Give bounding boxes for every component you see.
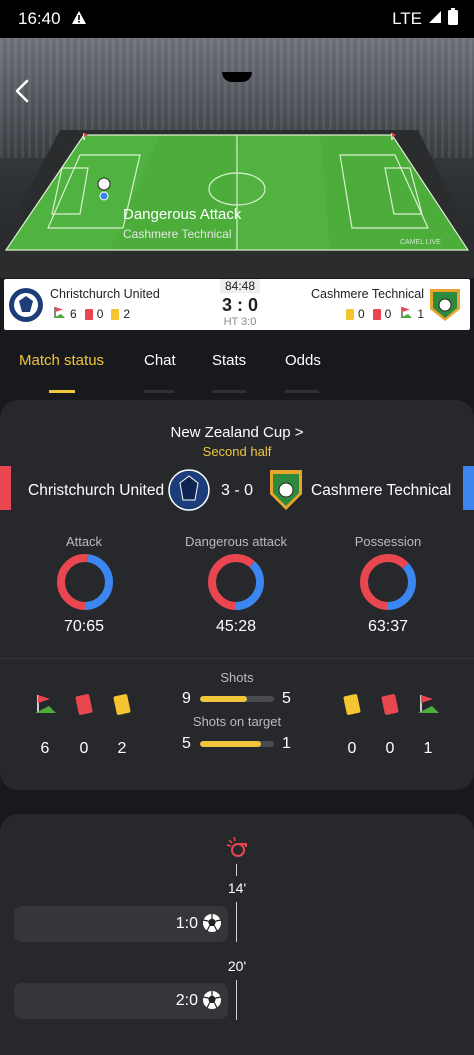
live-event-team: Cashmere Technical xyxy=(123,227,232,241)
league-link[interactable]: New Zealand Cup > xyxy=(0,424,474,441)
tab-match-status[interactable]: Match status xyxy=(19,352,104,369)
goal-score: 1:0 xyxy=(175,915,198,932)
timeline-line xyxy=(236,980,237,1020)
panel-divider xyxy=(0,658,474,659)
active-tab-indicator xyxy=(49,390,75,393)
attack-value: 70:65 xyxy=(63,618,105,635)
away-team-logo xyxy=(428,287,464,323)
away-team-logo xyxy=(268,468,304,517)
home-yellow-count: 2 xyxy=(117,740,127,757)
status-time: 16:40 xyxy=(18,9,61,28)
possession-value: 63:37 xyxy=(367,618,409,635)
shots-bar xyxy=(200,696,274,702)
home-red-count: 0 xyxy=(96,307,104,321)
dangerous-attack-label: Dangerous attack xyxy=(185,534,287,549)
brand-watermark: CAMEL LIVE xyxy=(400,239,441,246)
away-team-name: Cashmere Technical xyxy=(310,287,424,301)
match-status-panel: New Zealand Cup > Second half Christchur… xyxy=(0,400,474,790)
status-right: LTE xyxy=(392,8,458,30)
tab-stats[interactable]: Stats xyxy=(212,352,246,369)
yellow-card-icon xyxy=(345,308,354,320)
tab-underline xyxy=(144,390,174,393)
home-yellow-count: 2 xyxy=(123,307,131,321)
football-icon xyxy=(202,913,222,938)
away-team-name: Cashmere Technical xyxy=(311,482,452,499)
tab-chat[interactable]: Chat xyxy=(144,352,176,369)
away-shots-on-target: 1 xyxy=(282,735,291,752)
yellow-card-icon xyxy=(111,308,120,320)
half-time-score: HT 3:0 xyxy=(223,316,257,328)
away-corners-count: 1 xyxy=(423,740,433,757)
tab-underline xyxy=(212,390,246,393)
home-team-logo xyxy=(168,468,210,517)
home-team-logo xyxy=(8,287,44,323)
away-yellow-count: 0 xyxy=(347,740,357,757)
home-color-bar xyxy=(0,466,11,510)
warning-icon xyxy=(71,10,87,29)
whistle-icon xyxy=(226,836,248,863)
event-timeline: 14' 1:0 20' 2:0 xyxy=(0,814,474,1055)
dangerous-attack-value: 45:28 xyxy=(215,618,257,635)
timeline-line xyxy=(236,902,237,942)
corner-flag-icon xyxy=(52,306,66,322)
red-card-icon xyxy=(372,308,381,320)
status-bar: 16:40 LTE xyxy=(0,0,474,38)
away-corners-count: 1 xyxy=(417,307,424,321)
signal-icon xyxy=(428,9,442,29)
possession-ring xyxy=(360,554,416,610)
home-team-name: Christchurch United xyxy=(28,482,165,499)
corner-flag-icon xyxy=(414,690,442,718)
score-strip: Christchurch United 6 0 2 84:48 3 : 0 HT… xyxy=(4,279,470,330)
goal-event[interactable]: 2:0 xyxy=(14,983,228,1019)
home-shots-on-target: 5 xyxy=(182,735,191,752)
match-clock: 84:48 xyxy=(220,279,260,293)
event-minute: 20' xyxy=(227,958,247,974)
away-yellow-count: 0 xyxy=(357,307,365,321)
battery-icon xyxy=(448,8,458,30)
event-minute: 14' xyxy=(227,880,247,896)
home-team-counts: 6 0 2 xyxy=(52,306,130,322)
shots-bar-fill xyxy=(200,696,248,702)
home-red-count: 0 xyxy=(79,740,89,757)
dangerous-attack-ring xyxy=(208,554,264,610)
away-shots: 5 xyxy=(282,690,291,707)
timeline-line xyxy=(236,864,237,876)
possession-label: Possession xyxy=(354,534,422,549)
tab-odds[interactable]: Odds xyxy=(285,352,321,369)
red-card-icon xyxy=(84,308,93,320)
shots-label: Shots xyxy=(220,670,254,685)
network-type: LTE xyxy=(392,9,422,28)
home-team-name: Christchurch United xyxy=(50,287,160,301)
tab-bar: Match status Chat Stats Odds xyxy=(0,336,474,396)
corner-flag-icon xyxy=(399,306,413,322)
shots-on-target-bar-fill xyxy=(200,741,262,747)
panel-score: 3 - 0 xyxy=(220,482,253,499)
football-icon xyxy=(202,990,222,1015)
shots-on-target-bar xyxy=(200,741,274,747)
match-score: 3 : 0 xyxy=(221,295,259,315)
back-chevron-icon[interactable] xyxy=(14,78,30,110)
attack-label: Attack xyxy=(65,534,103,549)
home-corners-count: 6 xyxy=(70,307,77,321)
home-shots: 9 xyxy=(182,690,191,707)
away-team-counts: 0 0 1 xyxy=(345,306,424,322)
attack-ring xyxy=(57,554,113,610)
tab-underline xyxy=(285,390,319,393)
home-corners-count: 6 xyxy=(40,740,50,757)
away-red-count: 0 xyxy=(384,307,392,321)
yellow-card-icon xyxy=(338,690,366,718)
goal-score: 2:0 xyxy=(175,992,198,1009)
away-red-count: 0 xyxy=(385,740,395,757)
live-pitch: Dangerous Attack Cashmere Technical CAME… xyxy=(0,38,474,278)
match-phase: Second half xyxy=(202,444,272,459)
live-event-title: Dangerous Attack xyxy=(123,206,242,223)
away-color-bar xyxy=(463,466,474,510)
goal-event[interactable]: 1:0 xyxy=(14,906,228,942)
red-card-icon xyxy=(376,690,404,718)
